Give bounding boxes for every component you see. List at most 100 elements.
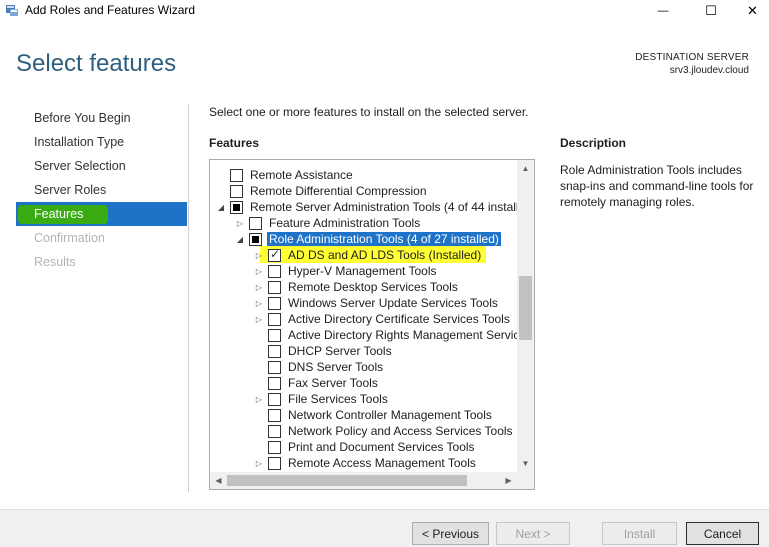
feature-checkbox[interactable] xyxy=(268,440,281,454)
feature-checkbox[interactable] xyxy=(249,232,262,246)
vertical-scrollbar[interactable]: ▲ ▼ xyxy=(517,160,534,472)
nav-item-label: Confirmation xyxy=(34,231,105,245)
description-text: Role Administration Tools includes snap-… xyxy=(560,163,754,209)
feature-label: DNS Server Tools xyxy=(288,360,384,374)
scroll-up-icon[interactable]: ▲ xyxy=(517,160,534,177)
tree-row[interactable]: DHCP Server Tools xyxy=(254,343,392,359)
nav-item-label: Results xyxy=(34,255,76,269)
tree-row[interactable]: ▷ Feature Administration Tools xyxy=(235,215,420,231)
feature-label: Network Policy and Access Services Tools xyxy=(288,424,513,438)
tree-row[interactable]: ▷ Hyper-V Management Tools xyxy=(254,263,437,279)
feature-checkbox[interactable] xyxy=(249,216,262,230)
instruction-text: Select one or more features to install o… xyxy=(209,105,529,119)
collapse-icon[interactable]: ◢ xyxy=(216,202,226,212)
nav-item-confirmation: Confirmation xyxy=(16,226,187,250)
nav-item-label: Server Roles xyxy=(34,183,107,197)
nav-item-results: Results xyxy=(16,250,187,274)
tree-row[interactable]: Remote Differential Compression xyxy=(216,183,427,199)
cancel-button[interactable]: Cancel xyxy=(686,522,759,545)
maximize-button[interactable]: ☐ xyxy=(688,0,734,22)
feature-label: AD DS and AD LDS Tools (Installed) xyxy=(288,248,482,262)
tree-row[interactable]: ◢ Remote Server Administration Tools (4 o… xyxy=(216,199,517,215)
tree-row[interactable]: Network Policy and Access Services Tools xyxy=(254,423,513,439)
feature-checkbox[interactable] xyxy=(230,168,243,182)
vertical-scroll-thumb[interactable] xyxy=(519,276,532,340)
tree-row[interactable]: DNS Server Tools xyxy=(254,359,383,375)
feature-label: Remote Assistance xyxy=(250,168,353,182)
page-title: Select features xyxy=(16,50,177,77)
nav-item-server-selection[interactable]: Server Selection xyxy=(16,154,187,178)
feature-checkbox[interactable] xyxy=(268,344,281,358)
feature-checkbox[interactable] xyxy=(230,200,243,214)
expand-icon[interactable]: ▷ xyxy=(254,314,264,324)
feature-label: Feature Administration Tools xyxy=(269,216,421,230)
feature-checkbox[interactable] xyxy=(268,264,281,278)
wizard-nav: Before You Begin Installation Type Serve… xyxy=(16,106,187,274)
feature-checkbox[interactable] xyxy=(268,312,281,326)
tree-row[interactable]: Print and Document Services Tools xyxy=(254,439,475,455)
tree-row[interactable]: ▷ Remote Desktop Services Tools xyxy=(254,279,458,295)
next-button[interactable]: Next > xyxy=(496,522,570,545)
expand-icon[interactable]: ▷ xyxy=(254,250,264,260)
nav-item-features[interactable]: Features xyxy=(16,202,187,226)
tree-row[interactable]: ▷ AD DS and AD LDS Tools (Installed) xyxy=(254,247,481,263)
feature-label: Active Directory Rights Management Servi… xyxy=(288,328,517,342)
description-heading: Description xyxy=(560,136,627,150)
tree-row[interactable]: ▷ Windows Server Update Services Tools xyxy=(254,295,498,311)
feature-label: Active Directory Certificate Services To… xyxy=(288,312,510,326)
feature-checkbox[interactable] xyxy=(268,328,281,342)
feature-label: DHCP Server Tools xyxy=(288,344,392,358)
previous-button[interactable]: < Previous xyxy=(412,522,489,545)
expand-icon[interactable]: ▷ xyxy=(254,394,264,404)
scroll-right-icon[interactable]: ▶ xyxy=(500,472,517,489)
scroll-down-icon[interactable]: ▼ xyxy=(517,455,534,472)
nav-item-before-you-begin[interactable]: Before You Begin xyxy=(16,106,187,130)
install-button[interactable]: Install xyxy=(602,522,677,545)
tree-row[interactable]: Remote Assistance xyxy=(216,167,353,183)
feature-checkbox[interactable] xyxy=(268,280,281,294)
feature-checkbox[interactable] xyxy=(268,247,281,262)
feature-checkbox[interactable] xyxy=(268,392,281,406)
horizontal-scrollbar[interactable]: ◀ ▶ xyxy=(210,472,517,489)
collapse-icon[interactable]: ◢ xyxy=(235,234,245,244)
minimize-button[interactable]: — xyxy=(640,0,686,22)
tree-row[interactable]: ▷ File Services Tools xyxy=(254,391,388,407)
feature-label: Fax Server Tools xyxy=(288,376,378,390)
features-tree[interactable]: Remote Assistance Remote Differential Com… xyxy=(209,159,535,490)
expand-icon[interactable]: ▷ xyxy=(254,266,264,276)
nav-item-installation-type[interactable]: Installation Type xyxy=(16,130,187,154)
expand-icon[interactable]: ▷ xyxy=(254,282,264,292)
feature-checkbox[interactable] xyxy=(268,296,281,310)
expand-icon[interactable]: ▷ xyxy=(254,458,264,468)
tree-row[interactable]: ◢ Role Administration Tools (4 of 27 inst… xyxy=(235,231,501,247)
expand-icon[interactable]: ▷ xyxy=(235,218,245,228)
nav-item-label: Installation Type xyxy=(34,135,125,149)
horizontal-scroll-thumb[interactable] xyxy=(227,475,467,486)
feature-checkbox[interactable] xyxy=(268,360,281,374)
feature-checkbox[interactable] xyxy=(268,408,281,422)
close-button[interactable]: ✕ xyxy=(736,0,769,22)
feature-checkbox[interactable] xyxy=(268,376,281,390)
tree-row[interactable]: ▷ Active Directory Certificate Services T… xyxy=(254,311,510,327)
features-tree-content: Remote Assistance Remote Differential Com… xyxy=(210,160,517,472)
server-manager-icon xyxy=(6,5,18,16)
feature-label: Remote Desktop Services Tools xyxy=(288,280,458,294)
scroll-left-icon[interactable]: ◀ xyxy=(210,472,227,489)
tree-row[interactable]: Network Controller Management Tools xyxy=(254,407,492,423)
title-bar: Add Roles and Features Wizard — ☐ ✕ xyxy=(0,0,769,22)
nav-item-server-roles[interactable]: Server Roles xyxy=(16,178,187,202)
tree-row[interactable]: Active Directory Rights Management Servi… xyxy=(254,327,517,343)
destination-server-name: srv3.jloudev.cloud xyxy=(669,65,749,76)
feature-checkbox[interactable] xyxy=(230,184,243,198)
expand-icon[interactable]: ▷ xyxy=(254,298,264,308)
feature-label: Print and Document Services Tools xyxy=(288,440,475,454)
tree-row[interactable]: Fax Server Tools xyxy=(254,375,378,391)
feature-checkbox[interactable] xyxy=(268,456,281,470)
feature-checkbox[interactable] xyxy=(268,424,281,438)
tree-row[interactable]: ▷ Remote Access Management Tools xyxy=(254,455,476,471)
